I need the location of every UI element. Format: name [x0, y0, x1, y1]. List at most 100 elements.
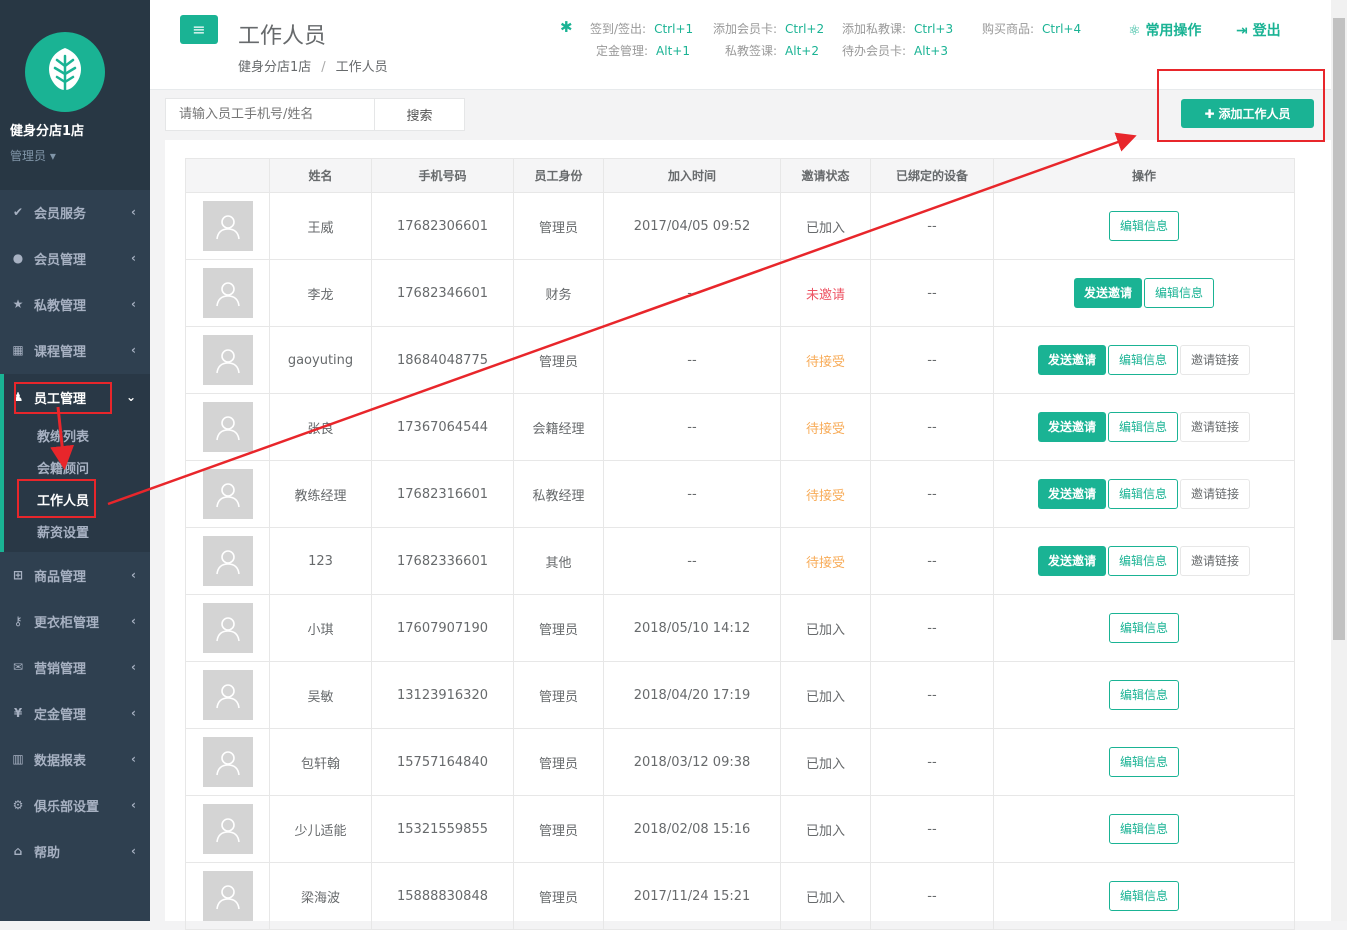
calendar-icon: ▦ [12, 343, 24, 357]
invite-status-cell: 已加入 [780, 728, 871, 796]
avatar-cell [185, 795, 270, 863]
invite-link-button[interactable]: 邀请链接 [1180, 479, 1251, 509]
annotation-box-staff-manage [14, 382, 112, 414]
nav-marketing-manage[interactable]: ✉ 营销管理 ‹ [0, 644, 150, 690]
avatar-icon [202, 469, 253, 519]
phone-cell: 17682306601 [371, 192, 514, 260]
avatar-cell [185, 393, 270, 461]
phone-cell: 17682316601 [371, 460, 514, 528]
send-invite-button[interactable]: 发送邀请 [1037, 345, 1106, 375]
invite-status-cell: 已加入 [780, 192, 871, 260]
sub-coach-list[interactable]: 教练列表 [37, 426, 89, 445]
send-invite-button[interactable]: 发送邀请 [1037, 412, 1106, 442]
chevron-left-icon: ‹ [131, 660, 136, 674]
col-bound-device: 已绑定的设备 [870, 158, 994, 193]
cart-icon: ⊞ [12, 568, 24, 582]
nav-deposit-manage[interactable]: ¥ 定金管理 ‹ [0, 690, 150, 736]
nav-help[interactable]: ⌂ 帮助 ‹ [0, 828, 150, 874]
nav-label: 商品管理 [34, 569, 87, 585]
menu-toggle-button[interactable]: ≡ [180, 15, 218, 44]
col-role: 员工身份 [513, 158, 604, 193]
nav-label: 课程管理 [34, 344, 87, 360]
edit-info-button[interactable]: 编辑信息 [1108, 613, 1179, 643]
edit-info-button[interactable]: 编辑信息 [1108, 814, 1179, 844]
sign-out-icon: ⇥ [1236, 23, 1248, 39]
edit-info-button[interactable]: 编辑信息 [1107, 412, 1178, 442]
edit-info-button[interactable]: 编辑信息 [1108, 747, 1179, 777]
chevron-left-icon: ‹ [131, 706, 136, 720]
nav-data-report[interactable]: ▥ 数据报表 ‹ [0, 736, 150, 782]
avatar-cell [185, 527, 270, 595]
star-icon: ★ [12, 297, 24, 311]
role-dropdown[interactable]: 管理员 ▾ [10, 147, 56, 164]
nav-locker-manage[interactable]: ⚷ 更衣柜管理 ‹ [0, 598, 150, 644]
table-row: gaoyuting 18684048775 管理员 -- 待接受 -- 发送邀请 编辑信息 邀请… [185, 326, 1295, 394]
logout-link[interactable]: ⇥ 登出 [1236, 20, 1281, 40]
name-cell: 张良 [269, 393, 372, 461]
breadcrumb-store[interactable]: 健身分店1店 [238, 60, 311, 75]
nav-goods-manage[interactable]: ⊞ 商品管理 ‹ [0, 552, 150, 598]
phone-cell: 17607907190 [371, 594, 514, 662]
nav-member-manage[interactable]: ● 会员管理 ‹ [0, 235, 150, 281]
sidebar: 健身分店1店 管理员 ▾ ✔ 会员服务 ‹ ● 会员管理 ‹ ★ 私教管理 ‹ ▦ 课程管理 ‹… [0, 0, 150, 921]
search-button[interactable]: 搜索 [374, 98, 465, 131]
phone-cell: 15757164840 [371, 728, 514, 796]
invite-status-cell: 待接受 [780, 393, 871, 461]
logout-label: 登出 [1252, 23, 1281, 39]
sub-salary-settings[interactable]: 薪资设置 [37, 522, 89, 541]
table-row: 小琪 17607907190 管理员 2018/05/10 14:12 已加入 -- 编辑信… [185, 594, 1295, 662]
table-row: 少儿适能 15321559855 管理员 2018/02/08 15:16 已加入 -- 编… [185, 795, 1295, 863]
shortcut-buy-goods: 购买商品: Ctrl+4 [982, 22, 1082, 36]
avatar-cell [185, 661, 270, 729]
scrollbar[interactable] [1331, 0, 1347, 921]
device-cell: -- [870, 326, 994, 394]
nav-label: 更衣柜管理 [34, 615, 100, 631]
send-invite-button[interactable]: 发送邀请 [1073, 278, 1142, 308]
nav-member-service[interactable]: ✔ 会员服务 ‹ [0, 189, 150, 235]
invite-link-button[interactable]: 邀请链接 [1180, 345, 1251, 375]
edit-info-button[interactable]: 编辑信息 [1108, 680, 1179, 710]
invite-link-button[interactable]: 邀请链接 [1180, 546, 1251, 576]
avatar-cell [185, 594, 270, 662]
gear-icon: ⚙ [12, 798, 24, 812]
breadcrumb: 健身分店1店 / 工作人员 [238, 56, 388, 75]
name-cell: 小琪 [269, 594, 372, 662]
edit-info-button[interactable]: 编辑信息 [1108, 211, 1179, 241]
edit-info-button[interactable]: 编辑信息 [1144, 278, 1215, 308]
hamburger-icon: ≡ [192, 20, 206, 39]
name-cell: 梁海波 [269, 862, 372, 930]
invite-link-button[interactable]: 邀请链接 [1180, 412, 1251, 442]
phone-cell: 17682336601 [371, 527, 514, 595]
table-row: 李龙 17682346601 财务 -- 未邀请 -- 发送邀请 编辑信息 [185, 259, 1295, 327]
phone-cell: 15888830848 [371, 862, 514, 930]
sub-membership-advisor[interactable]: 会籍顾问 [37, 458, 89, 477]
join-time-cell: 2018/03/12 09:38 [603, 728, 781, 796]
nav-label: 营销管理 [34, 661, 87, 677]
role-cell: 其他 [513, 527, 604, 595]
edit-info-button[interactable]: 编辑信息 [1107, 546, 1178, 576]
actions-cell: 发送邀请 编辑信息 邀请链接 [993, 527, 1295, 595]
search-input[interactable] [165, 98, 375, 131]
nav-label: 帮助 [34, 845, 61, 861]
table-row: 梁海波 15888830848 管理员 2017/11/24 15:21 已加入 -- 编辑… [185, 862, 1295, 930]
common-ops-link[interactable]: ⚛ 常用操作 [1128, 20, 1201, 40]
caret-down-icon: ▾ [49, 149, 56, 163]
edit-info-button[interactable]: 编辑信息 [1107, 479, 1178, 509]
envelope-icon: ✉ [12, 660, 24, 674]
invite-status-cell: 待接受 [780, 527, 871, 595]
edit-info-button[interactable]: 编辑信息 [1108, 881, 1179, 911]
shortcut-pt-sign: 私教签课: Alt+2 [725, 44, 819, 58]
nav-club-settings[interactable]: ⚙ 俱乐部设置 ‹ [0, 782, 150, 828]
join-time-cell: 2017/11/24 15:21 [603, 862, 781, 930]
shortcut-add-card: 添加会员卡: Ctrl+2 [713, 22, 825, 36]
send-invite-button[interactable]: 发送邀请 [1037, 546, 1106, 576]
name-cell: 吴敏 [269, 661, 372, 729]
nav-course-manage[interactable]: ▦ 课程管理 ‹ [0, 327, 150, 373]
invite-status-cell: 已加入 [780, 862, 871, 930]
scrollbar-thumb[interactable] [1333, 18, 1345, 640]
edit-info-button[interactable]: 编辑信息 [1107, 345, 1178, 375]
role-cell: 管理员 [513, 192, 604, 260]
nav-pt-manage[interactable]: ★ 私教管理 ‹ [0, 281, 150, 327]
col-join-time: 加入时间 [603, 158, 781, 193]
send-invite-button[interactable]: 发送邀请 [1037, 479, 1106, 509]
